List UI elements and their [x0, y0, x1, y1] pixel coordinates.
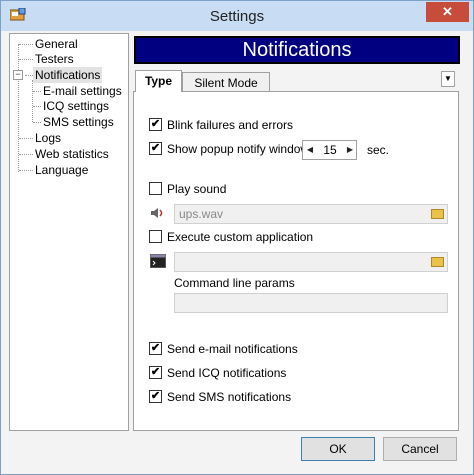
- send-email-checkbox[interactable]: ✔: [149, 342, 162, 355]
- popup-seconds-value[interactable]: 15: [317, 143, 343, 157]
- stepper-next-icon[interactable]: ▶: [344, 142, 356, 158]
- show-popup-label: Show popup notify window: [167, 142, 310, 156]
- stepper-prev-icon[interactable]: ◀: [304, 142, 316, 158]
- popup-unit-label: sec.: [367, 143, 390, 157]
- tab-silent-mode[interactable]: Silent Mode: [182, 72, 270, 92]
- tree-item-icq-settings[interactable]: ICQ settings: [43, 98, 109, 114]
- chevron-down-icon: ▼: [444, 74, 452, 83]
- tree-item-notifications[interactable]: Notifications: [33, 67, 103, 83]
- tree-item-email-settings[interactable]: E-mail settings: [43, 83, 122, 99]
- speaker-icon: [151, 208, 163, 218]
- blink-failures-checkbox[interactable]: ✔: [149, 118, 162, 131]
- cancel-button[interactable]: Cancel: [383, 437, 457, 461]
- execute-custom-checkbox[interactable]: [149, 230, 162, 243]
- tab-type[interactable]: Type: [135, 70, 182, 92]
- execute-custom-label: Execute custom application: [167, 230, 314, 244]
- close-button[interactable]: ✕: [426, 2, 469, 22]
- tab-dropdown-button[interactable]: ▼: [441, 71, 455, 87]
- send-sms-label: Send SMS notifications: [167, 390, 292, 404]
- close-icon: ✕: [442, 4, 453, 19]
- terminal-icon: [150, 254, 166, 268]
- sound-file-field[interactable]: ups.wav: [174, 204, 448, 224]
- send-icq-label: Send ICQ notifications: [167, 366, 287, 380]
- popup-seconds-stepper[interactable]: ◀ 15 ▶: [302, 140, 357, 160]
- tree-item-testers[interactable]: Testers: [35, 51, 74, 67]
- tree-item-sms-settings[interactable]: SMS settings: [43, 114, 114, 130]
- settings-tree[interactable]: − General Testers Notifications E-mail s…: [9, 33, 129, 431]
- send-email-label: Send e-mail notifications: [167, 342, 298, 356]
- blink-failures-label: Blink failures and errors: [167, 118, 294, 132]
- send-sms-checkbox[interactable]: ✔: [149, 390, 162, 403]
- command-line-label: Command line params: [174, 276, 295, 290]
- play-sound-checkbox[interactable]: [149, 182, 162, 195]
- folder-icon[interactable]: [431, 257, 444, 267]
- tree-item-logs[interactable]: Logs: [35, 130, 61, 146]
- show-popup-checkbox[interactable]: ✔: [149, 142, 162, 155]
- page-title: Notifications: [134, 36, 460, 64]
- tree-item-language[interactable]: Language: [35, 162, 88, 178]
- command-line-field[interactable]: [174, 293, 448, 313]
- window-title: Settings: [209, 8, 265, 25]
- play-sound-label: Play sound: [167, 182, 227, 196]
- tree-item-general[interactable]: General: [35, 36, 78, 52]
- folder-icon[interactable]: [431, 209, 444, 219]
- ok-button[interactable]: OK: [301, 437, 375, 461]
- send-icq-checkbox[interactable]: ✔: [149, 366, 162, 379]
- title-bar: Settings ✕: [1, 1, 473, 31]
- custom-app-field[interactable]: [174, 252, 448, 272]
- collapse-icon[interactable]: −: [13, 70, 23, 80]
- tree-item-web-statistics[interactable]: Web statistics: [35, 146, 109, 162]
